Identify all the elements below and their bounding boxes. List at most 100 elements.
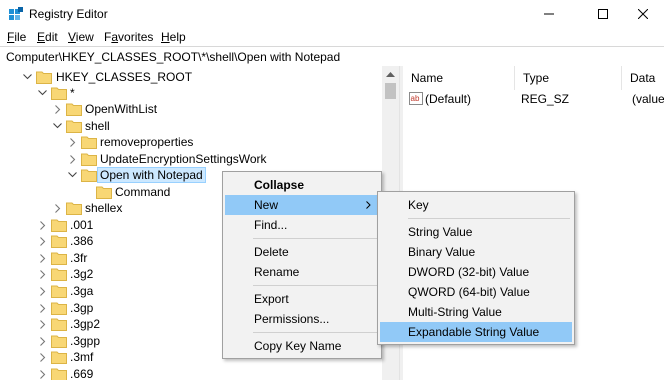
tree-item-label: UpdateEncryptionSettingsWork — [100, 152, 267, 166]
column-header-type[interactable]: Type — [515, 66, 622, 90]
chevron-down-icon[interactable] — [22, 72, 32, 82]
submenu-item-key[interactable]: Key — [380, 195, 572, 215]
folder-icon — [36, 71, 52, 84]
chevron-down-icon[interactable] — [37, 88, 47, 98]
tree-item-label: .386 — [70, 234, 94, 248]
chevron-right-icon — [366, 201, 371, 209]
tree-item-label: .669 — [70, 367, 94, 380]
menu-favorites[interactable]: Favorites — [104, 30, 153, 44]
tree-item-label: Command — [115, 185, 171, 199]
folder-icon — [66, 103, 82, 116]
menu-help[interactable]: Help — [161, 30, 186, 44]
close-button[interactable] — [622, 0, 664, 28]
chevron-right-icon[interactable] — [38, 303, 48, 313]
menu-item-collapse[interactable]: Collapse — [225, 175, 379, 195]
folder-icon — [66, 120, 82, 133]
tree-item-label: .3gp — [70, 301, 94, 315]
tree-item-removeproperties[interactable]: removeproperties — [0, 134, 380, 151]
chevron-right-icon[interactable] — [53, 104, 63, 114]
chevron-right-icon[interactable] — [38, 352, 48, 362]
tree-item-label: shell — [85, 119, 110, 133]
column-header-data[interactable]: Data — [622, 66, 664, 90]
string-value-icon: ab — [409, 92, 423, 105]
folder-open-icon — [81, 169, 97, 182]
close-icon — [638, 9, 648, 19]
address-bar[interactable]: Computer\HKEY_CLASSES_ROOT\*\shell\Open … — [0, 46, 664, 67]
maximize-button[interactable] — [580, 0, 626, 28]
folder-icon — [81, 136, 97, 149]
menu-view[interactable]: View — [68, 30, 94, 44]
tree-item-label: .3gpp — [70, 334, 101, 348]
tree-item-label: .001 — [70, 218, 94, 232]
menu-edit[interactable]: Edit — [37, 30, 58, 44]
value-name: (Default) — [425, 92, 472, 106]
chevron-right-icon[interactable] — [68, 154, 78, 164]
chevron-right-icon[interactable] — [38, 253, 48, 263]
menu-separator — [408, 218, 570, 219]
folder-icon — [51, 87, 67, 100]
menu-item-new[interactable]: New — [225, 195, 379, 215]
menu-separator — [253, 285, 377, 286]
scroll-up-icon[interactable] — [382, 66, 399, 83]
folder-icon — [66, 202, 82, 215]
menu-item-export[interactable]: Export — [225, 289, 379, 309]
tree-item-label: .3mf — [70, 350, 94, 364]
address-path[interactable]: Computer\HKEY_CLASSES_ROOT\*\shell\Open … — [6, 50, 340, 64]
folder-icon — [51, 302, 67, 315]
folder-icon — [51, 235, 67, 248]
folder-icon — [51, 252, 67, 265]
window-title: Registry Editor — [29, 7, 108, 21]
menu-item-permissions[interactable]: Permissions... — [225, 309, 379, 329]
submenu-item-binary-value[interactable]: Binary Value — [380, 242, 572, 262]
chevron-down-icon[interactable] — [52, 121, 62, 131]
folder-icon — [81, 153, 97, 166]
menu-file[interactable]: File — [7, 30, 26, 44]
registry-editor-window: Registry Editor File Edit View Favorites… — [0, 0, 664, 380]
chevron-right-icon[interactable] — [38, 269, 48, 279]
tree-item-hkey-classes-root[interactable]: HKEY_CLASSES_ROOT — [0, 69, 380, 86]
minimize-button[interactable] — [526, 0, 572, 28]
chevron-down-icon[interactable] — [67, 170, 77, 180]
submenu-item-expandable-string-value[interactable]: Expandable String Value — [380, 322, 572, 342]
folder-icon — [51, 368, 67, 380]
chevron-right-icon[interactable] — [38, 236, 48, 246]
folder-icon — [51, 335, 67, 348]
menu-separator — [253, 238, 377, 239]
menu-item-delete[interactable]: Delete — [225, 242, 379, 262]
folder-icon — [51, 285, 67, 298]
tree-item-openwithlist[interactable]: OpenWithList — [0, 101, 380, 118]
chevron-right-icon[interactable] — [38, 336, 48, 346]
value-data: (value — [632, 92, 664, 106]
submenu-item-string-value[interactable]: String Value — [380, 222, 572, 242]
submenu-item-multi-string-value[interactable]: Multi-String Value — [380, 302, 572, 322]
tree-item-label: .3gp2 — [70, 317, 101, 331]
chevron-right-icon[interactable] — [38, 220, 48, 230]
chevron-right-icon[interactable] — [53, 203, 63, 213]
menu-bar: File Edit View Favorites Help — [0, 28, 664, 46]
tree-item-updateencryptionsettingswork[interactable]: UpdateEncryptionSettingsWork — [0, 151, 380, 168]
chevron-right-icon[interactable] — [38, 369, 48, 379]
chevron-right-icon[interactable] — [38, 286, 48, 296]
menu-item-copy-key-name[interactable]: Copy Key Name — [225, 336, 379, 356]
menu-item-rename[interactable]: Rename — [225, 262, 379, 282]
tree-item-label: .3fr — [70, 251, 88, 265]
list-item[interactable]: ab (Default) REG_SZ (value — [403, 90, 664, 108]
tree-item-label: .3g2 — [70, 267, 94, 281]
column-header-name[interactable]: Name — [403, 66, 515, 90]
tree-item-star[interactable]: * — [0, 85, 380, 102]
tree-item-shell[interactable]: shell — [0, 118, 380, 135]
chevron-right-icon[interactable] — [68, 137, 78, 147]
submenu-item-qword-value[interactable]: QWORD (64-bit) Value — [380, 282, 572, 302]
submenu-item-dword-value[interactable]: DWORD (32-bit) Value — [380, 262, 572, 282]
chevron-right-icon[interactable] — [38, 319, 48, 329]
registry-editor-icon — [9, 7, 23, 20]
scrollbar-thumb[interactable] — [385, 83, 396, 99]
tree-item-label: * — [70, 86, 75, 100]
menu-item-find[interactable]: Find... — [225, 215, 379, 235]
folder-icon — [51, 219, 67, 232]
maximize-icon — [598, 9, 608, 19]
tree-item-label: HKEY_CLASSES_ROOT — [56, 70, 193, 84]
tree-item-label: Open with Notepad — [97, 167, 206, 183]
minimize-icon — [544, 13, 554, 15]
tree-item-extension[interactable]: .669 — [0, 366, 380, 380]
